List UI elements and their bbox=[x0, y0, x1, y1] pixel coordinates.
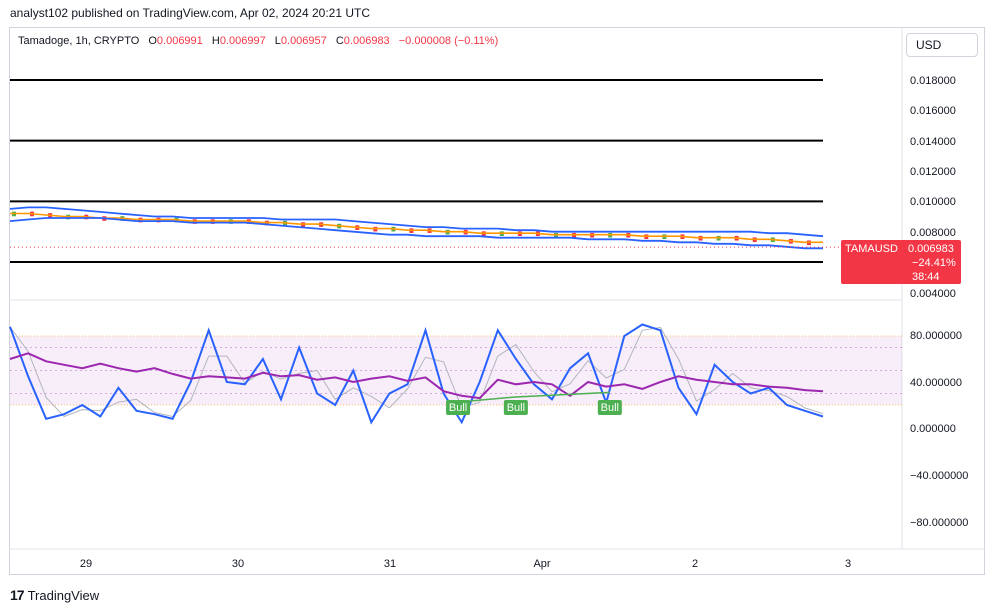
price-tick-label: 0.012000 bbox=[910, 166, 956, 178]
time-tick-label: 31 bbox=[384, 558, 396, 570]
price-tag-symbol: TAMAUSD bbox=[845, 243, 898, 255]
time-tick-label: 29 bbox=[80, 558, 92, 570]
time-tick-label: Apr bbox=[533, 558, 550, 570]
oscillator-tick-label: −80.000000 bbox=[910, 517, 968, 529]
oscillator-tick-label: 40.000000 bbox=[910, 377, 962, 389]
price-tick-label: 0.010000 bbox=[910, 196, 956, 208]
price-tick-label: 0.008000 bbox=[910, 227, 956, 239]
price-tick-label: 0.016000 bbox=[910, 105, 956, 117]
bollinger-upper-band bbox=[9, 206, 824, 238]
time-tick-label: 30 bbox=[232, 558, 244, 570]
price-tag-change: −24.41% bbox=[912, 257, 956, 269]
time-tick-label: 3 bbox=[845, 558, 851, 570]
brand-name: TradingView bbox=[27, 587, 100, 603]
time-tick-label: 2 bbox=[692, 558, 698, 570]
price-tick-label: 0.004000 bbox=[910, 288, 956, 300]
price-tick-label: 0.018000 bbox=[910, 75, 956, 87]
price-tag-price: 0.006983 bbox=[908, 243, 954, 255]
oscillator-tick-label: −40.000000 bbox=[910, 470, 968, 482]
bull-marker-label: Bull bbox=[449, 402, 467, 414]
footer-brand[interactable]: 17 TradingView bbox=[10, 587, 99, 603]
price-tag-countdown: 38:44 bbox=[912, 271, 940, 283]
chart-canvas[interactable]: 0.018000 0.016000 0.014000 0.012000 0.010000… bbox=[0, 0, 994, 613]
price-tick-label: 0.014000 bbox=[910, 136, 956, 148]
bollinger-lower-band bbox=[9, 217, 823, 250]
tradingview-logo-icon: 17 bbox=[10, 587, 25, 603]
bull-marker-label: Bull bbox=[601, 402, 619, 414]
oscillator-tick-label: 80.000000 bbox=[910, 330, 962, 342]
bull-marker-label: Bull bbox=[507, 402, 525, 414]
oscillator-tick-label: 0.000000 bbox=[910, 423, 956, 435]
moving-average-line bbox=[10, 212, 823, 244]
